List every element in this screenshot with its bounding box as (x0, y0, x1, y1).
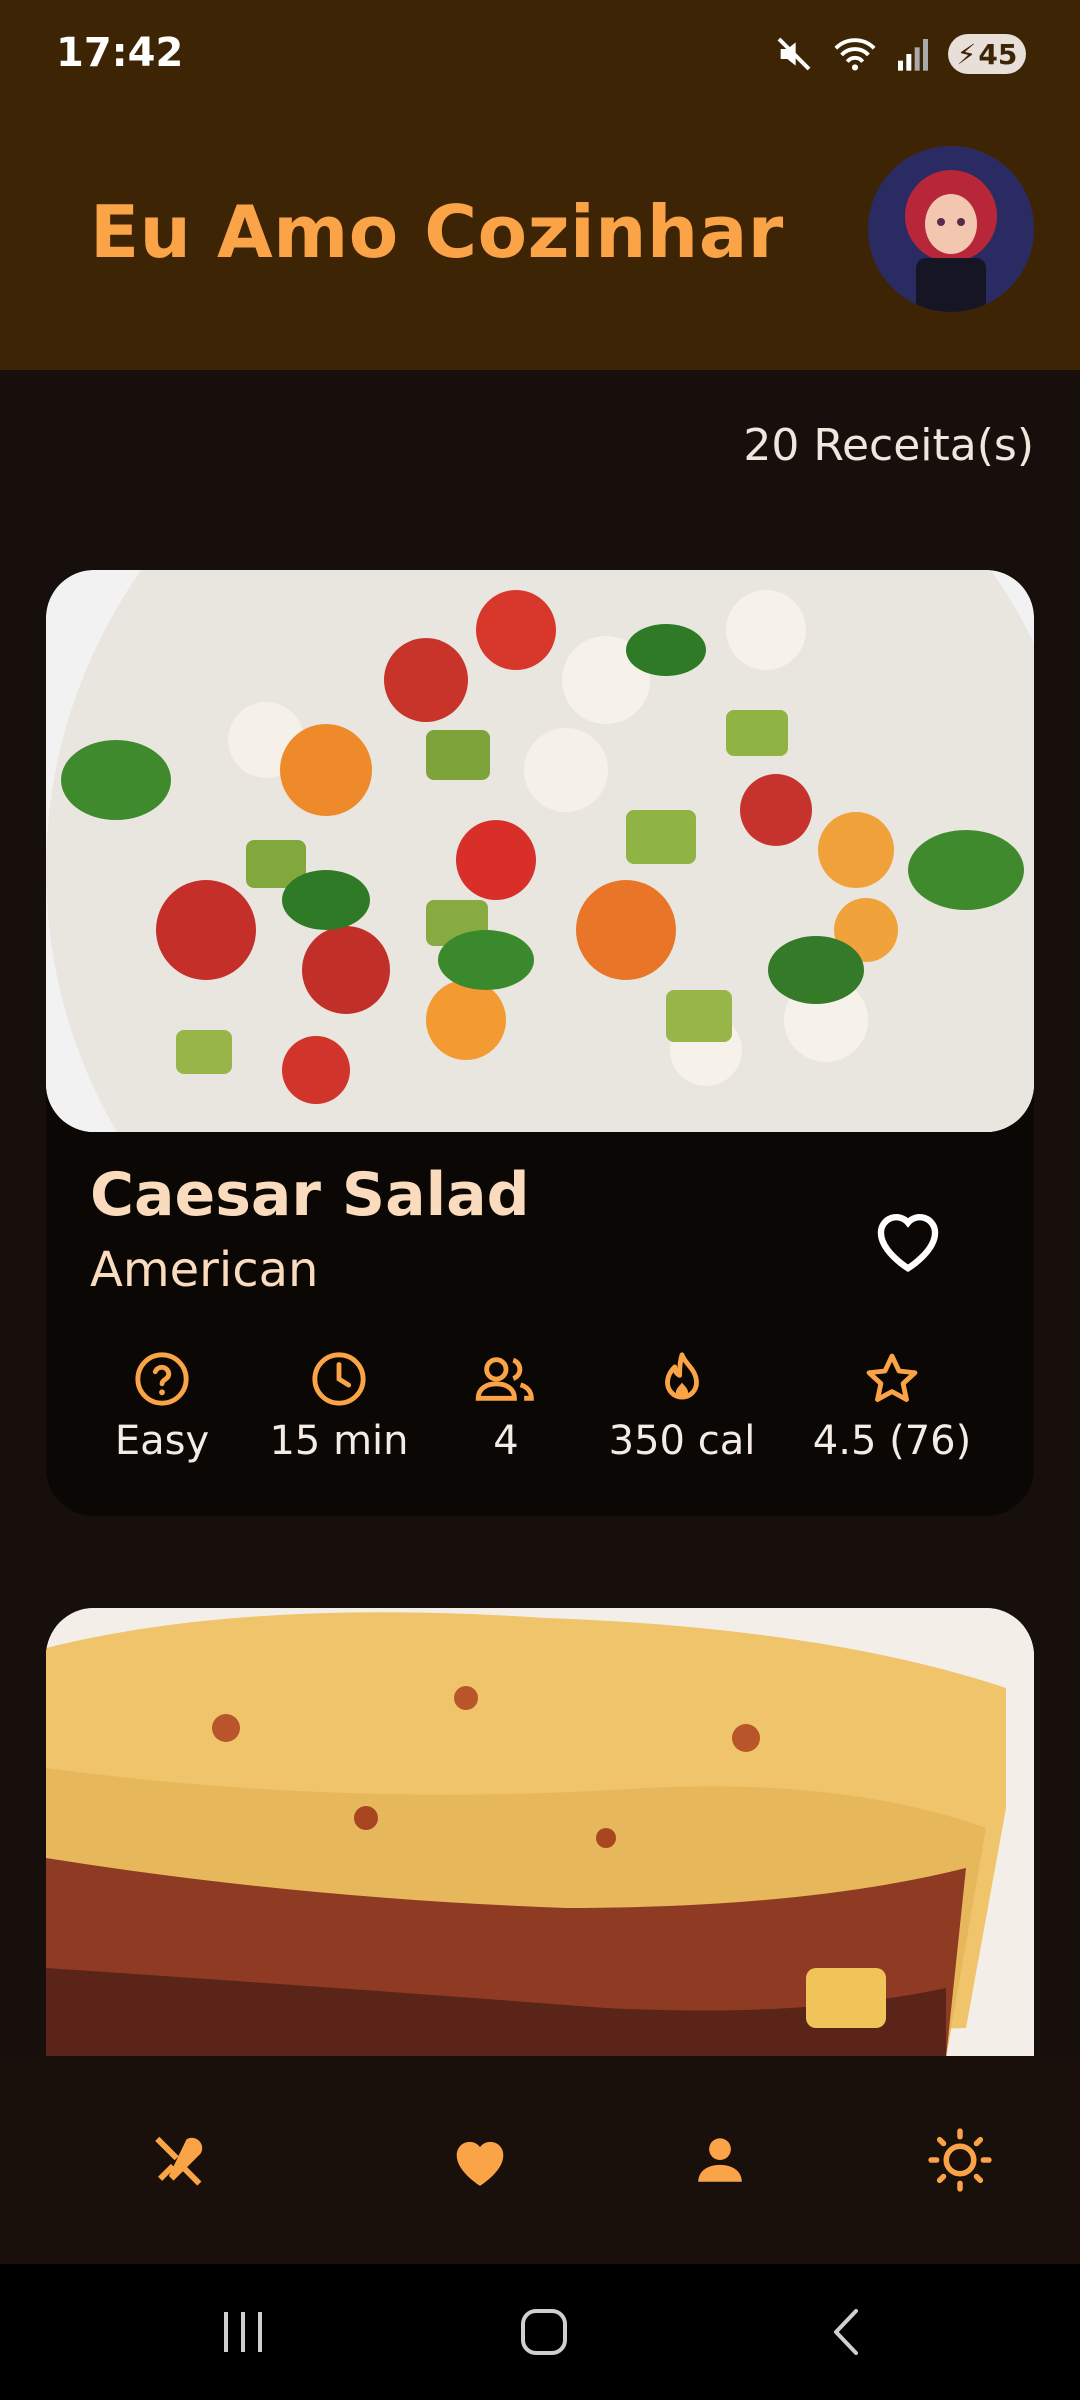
bolt-icon: ⚡ (956, 37, 977, 71)
nav-theme-toggle[interactable] (880, 2056, 1040, 2264)
sun-icon (928, 2128, 992, 2192)
nav-favorites[interactable] (400, 2056, 560, 2264)
stat-servings: 4 (406, 1350, 606, 1464)
recent-apps-button[interactable] (183, 2264, 303, 2400)
recipe-count: 20 Receita(s) (743, 420, 1034, 471)
avatar-image (868, 146, 1034, 312)
heart-outline-icon (877, 1214, 939, 1272)
utensils-icon (155, 2136, 203, 2186)
clock-icon (312, 1352, 366, 1406)
favorite-button[interactable] (858, 1188, 958, 1288)
app-title: Eu Amo Cozinhar (90, 190, 784, 274)
recipe-card[interactable]: Caesar Salad American Easy 15 min 4 350 … (46, 570, 1034, 1516)
nav-profile[interactable] (640, 2056, 800, 2264)
rating-value: 4.5 (76) (812, 1418, 972, 1464)
status-time: 17:42 (56, 30, 184, 76)
recent-apps-icon (224, 2312, 262, 2352)
star-outline-icon (866, 1353, 918, 1402)
stat-difficulty: Easy (62, 1350, 262, 1464)
help-circle-icon (135, 1352, 189, 1406)
stat-calories: 350 cal (582, 1350, 782, 1464)
nav-recipes[interactable] (100, 2056, 260, 2264)
heart-filled-icon (456, 2141, 504, 2186)
wifi-icon (834, 38, 876, 71)
recipe-card[interactable] (46, 1608, 1034, 2058)
back-button[interactable] (786, 2264, 906, 2400)
recipe-cuisine: American (90, 1242, 319, 1298)
status-icons: ⚡ 45 (774, 30, 1026, 78)
battery-indicator: ⚡ 45 (948, 34, 1026, 74)
app-bar: Eu Amo Cozinhar (0, 110, 1080, 370)
mute-icon (777, 37, 811, 71)
difficulty-value: Easy (114, 1418, 210, 1464)
avatar[interactable] (868, 146, 1034, 312)
person-icon (698, 2138, 742, 2182)
recipe-title: Caesar Salad (90, 1160, 530, 1230)
home-icon (521, 2309, 567, 2355)
people-icon (475, 1357, 534, 1401)
back-icon (834, 2309, 858, 2355)
flame-icon (665, 1352, 699, 1400)
stat-rating: 4.5 (76) (792, 1350, 992, 1464)
system-navigation-bar (0, 2264, 1080, 2400)
bottom-navigation (0, 2056, 1080, 2264)
home-button[interactable] (484, 2264, 604, 2400)
status-bar: 17:42 ⚡ 45 (0, 0, 1080, 110)
battery-level: 45 (978, 37, 1018, 71)
recipe-image (46, 1608, 1034, 2058)
recipe-image (46, 570, 1034, 1132)
recipe-stats: Easy 15 min 4 350 cal 4.5 (76) (46, 1350, 1034, 1480)
signal-icon (898, 39, 928, 71)
calories-value: 350 cal (608, 1418, 756, 1464)
servings-value: 4 (493, 1418, 519, 1464)
